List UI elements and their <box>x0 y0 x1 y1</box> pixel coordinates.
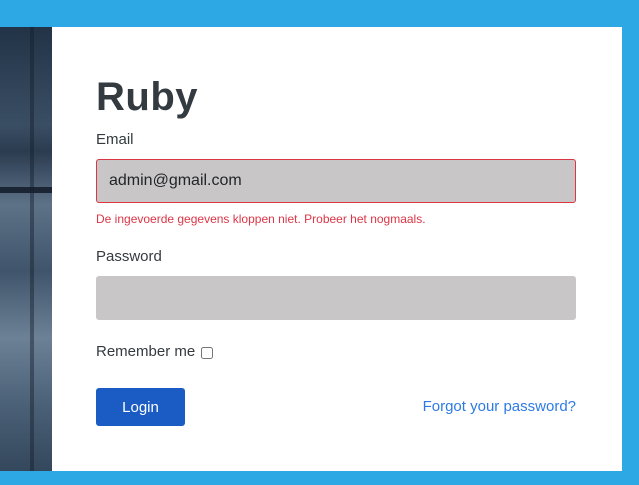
remember-me-row: Remember me <box>96 343 214 360</box>
remember-me-checkbox[interactable] <box>201 346 214 359</box>
photo-detail <box>0 187 52 193</box>
email-error-message: De ingevoerde gegevens kloppen niet. Pro… <box>96 212 426 226</box>
login-card: Ruby Email De ingevoerde gegevens kloppe… <box>52 27 622 471</box>
password-field[interactable] <box>96 276 576 320</box>
login-button[interactable]: Login <box>96 388 185 426</box>
background-photo <box>0 27 52 471</box>
remember-me-label: Remember me <box>96 343 196 360</box>
password-label: Password <box>96 248 162 265</box>
email-label: Email <box>96 131 134 148</box>
page-title: Ruby <box>96 75 198 119</box>
forgot-password-link[interactable]: Forgot your password? <box>423 398 576 415</box>
photo-detail <box>30 27 34 471</box>
email-field[interactable] <box>96 159 576 203</box>
